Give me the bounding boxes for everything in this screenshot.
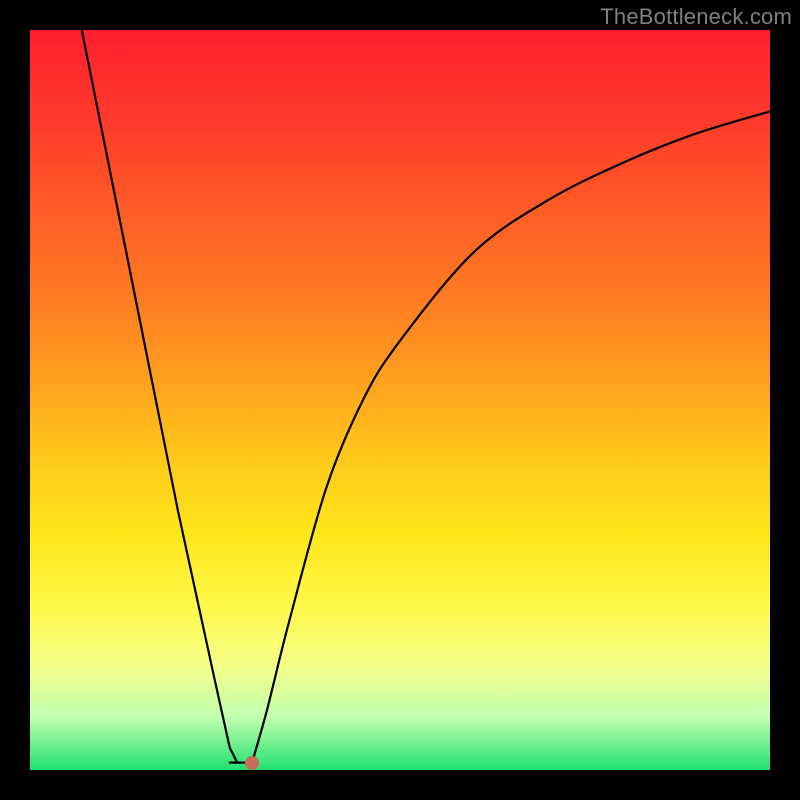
minimum-marker xyxy=(245,756,259,770)
chart-frame: TheBottleneck.com xyxy=(0,0,800,800)
plot-area xyxy=(30,30,770,770)
watermark: TheBottleneck.com xyxy=(600,4,792,30)
bottleneck-curve xyxy=(30,30,770,770)
curve-path xyxy=(82,30,770,763)
